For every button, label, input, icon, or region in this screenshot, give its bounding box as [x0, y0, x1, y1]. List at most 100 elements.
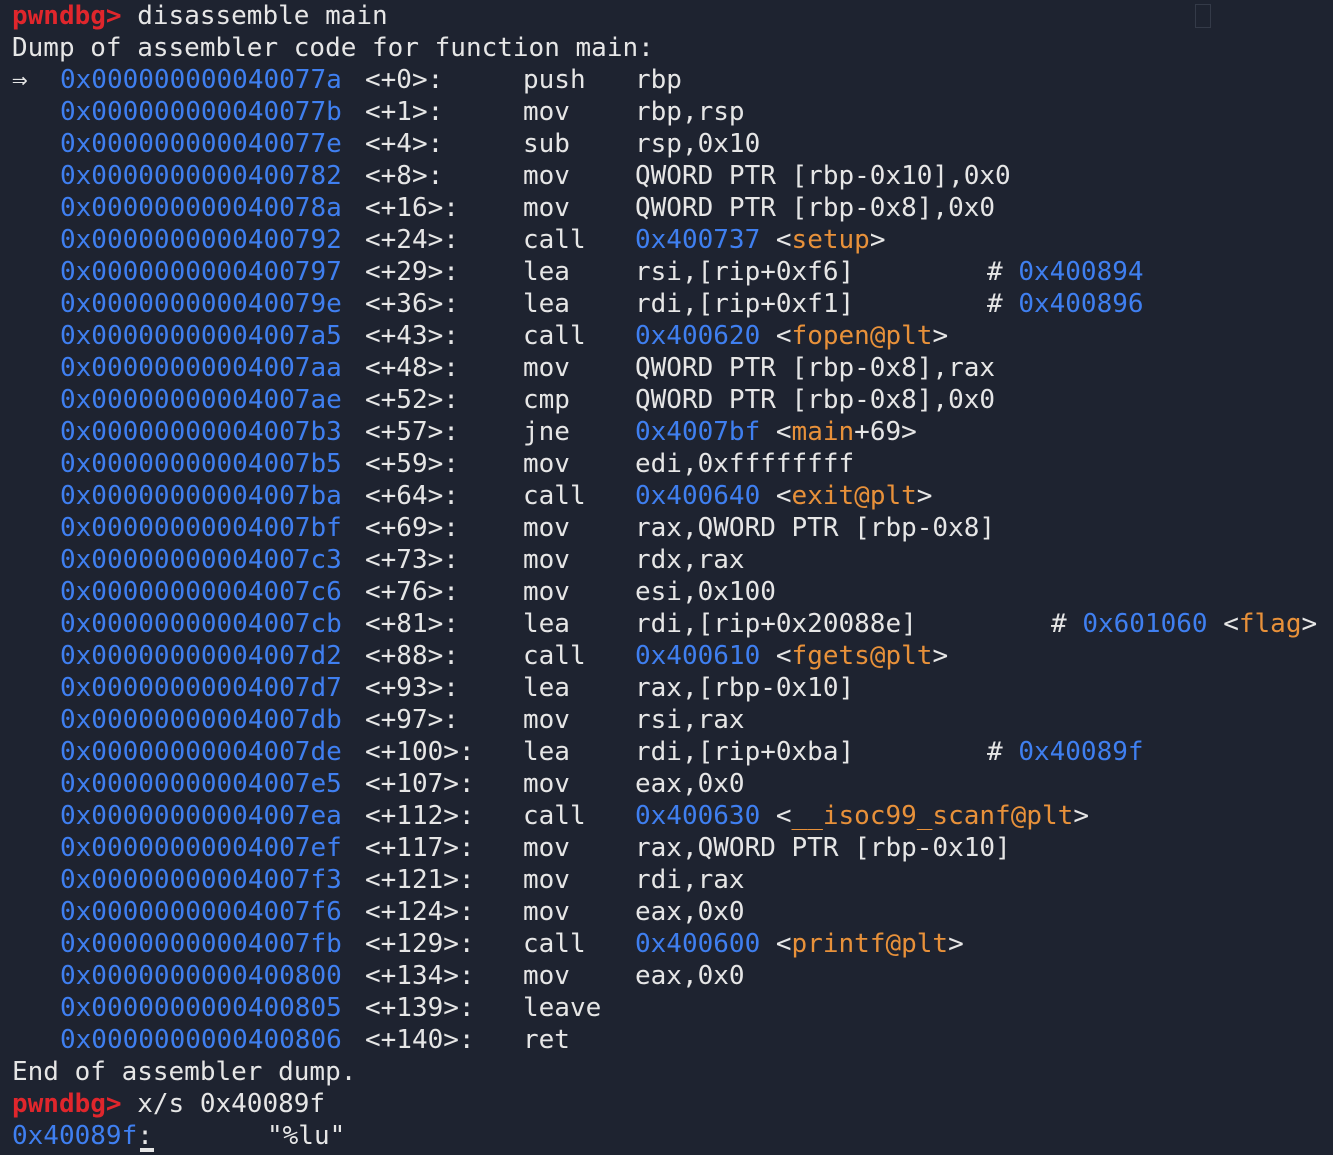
call-target: 0x400737 <setup>: [635, 224, 885, 256]
instruction-row: 0x00000000004007ba <+64>: call 0x400640 <ex…: [12, 480, 1333, 512]
instruction-address: 0x000000000040077e: [60, 129, 342, 159]
instruction-offset: <+64>:: [365, 481, 459, 511]
command-text: x/s 0x40089f: [137, 1089, 326, 1119]
instruction-row: 0x00000000004007fb <+129>: call 0x400600 <p…: [12, 928, 1333, 960]
instruction-mnemonic: mov: [523, 161, 570, 191]
instruction-offset: <+93>:: [365, 673, 459, 703]
instruction-operands: rbp,rsp: [635, 97, 745, 127]
instruction-address: 0x00000000004007a5: [60, 321, 342, 351]
instruction-row: 0x00000000004007c3 <+73>: mov rdx,rax: [12, 544, 1333, 576]
instruction-mnemonic: leave: [523, 993, 602, 1023]
call-target: 0x400610 <fgets@plt>: [635, 640, 948, 672]
target-bracket: <: [760, 417, 792, 447]
instruction-offset: <+134>:: [365, 961, 475, 991]
instruction-offset: <+124>:: [365, 897, 475, 927]
instruction-row: 0x00000000004007b5 <+59>: mov edi,0xfffffff…: [12, 448, 1333, 480]
result-string: "%lu": [267, 1121, 346, 1151]
instruction-offset: <+76>:: [365, 577, 459, 607]
target-bracket: <: [760, 321, 792, 351]
background-window-outline: [1195, 4, 1211, 28]
instruction-row: 0x0000000000400806 <+140>: ret: [12, 1024, 1333, 1056]
instruction-address: 0x00000000004007f3: [60, 865, 342, 895]
instruction-row: 0x000000000040079e <+36>: lea rdi,[rip+0xf1…: [12, 288, 1333, 320]
instruction-offset: <+129>:: [365, 929, 475, 959]
instruction-row: 0x00000000004007ea <+112>: call 0x400630 <_…: [12, 800, 1333, 832]
target-address: 0x400737: [635, 225, 761, 255]
instruction-address: 0x00000000004007b5: [60, 449, 342, 479]
target-symbol: __isoc99_scanf@plt: [791, 801, 1074, 831]
instruction-address: 0x00000000004007d2: [60, 641, 342, 671]
target-address: 0x400600: [635, 929, 761, 959]
instruction-operands: eax,0x0: [635, 769, 745, 799]
instruction-offset: <+73>:: [365, 545, 459, 575]
target-bracket: <: [760, 641, 792, 671]
instruction-mnemonic: mov: [523, 577, 570, 607]
instruction-operands: QWORD PTR [rbp-0x8],rax: [635, 353, 996, 383]
target-symbol: setup: [791, 225, 870, 255]
target-address: 0x400610: [635, 641, 761, 671]
target-symbol: fopen@plt: [791, 321, 933, 351]
target-address: 0x400620: [635, 321, 761, 351]
instruction-offset: <+112>:: [365, 801, 475, 831]
comment-symbol: flag: [1238, 609, 1302, 639]
instruction-row: 0x0000000000400782 <+8>: mov QWORD PTR [rbp…: [12, 160, 1333, 192]
call-target: 0x400600 <printf@plt>: [635, 928, 964, 960]
comment-hash: #: [1051, 609, 1083, 639]
instruction-offset: <+24>:: [365, 225, 459, 255]
instruction-mnemonic: call: [523, 929, 586, 959]
terminal-window[interactable]: pwndbg> disassemble main Dump of assembl…: [12, 0, 1333, 1155]
instruction-operands: eax,0x0: [635, 961, 745, 991]
target-bracket: <: [760, 481, 792, 511]
target-bracket: >: [916, 481, 933, 511]
instruction-offset: <+52>:: [365, 385, 459, 415]
instruction-address: 0x00000000004007e5: [60, 769, 342, 799]
instruction-operands: rdi,[rip+0xba]: [635, 737, 855, 767]
dump-header-text: Dump of assembler code for function main…: [12, 33, 654, 63]
instruction-row: 0x00000000004007ef <+117>: mov rax,QWORD PT…: [12, 832, 1333, 864]
target-bracket: <: [760, 225, 792, 255]
instruction-address: 0x0000000000400805: [60, 993, 342, 1023]
instruction-offset: <+140>:: [365, 1025, 475, 1055]
instruction-row: 0x00000000004007aa <+48>: mov QWORD PTR [rb…: [12, 352, 1333, 384]
target-address: 0x400630: [635, 801, 761, 831]
target-bracket: >: [932, 641, 949, 671]
instruction-offset: <+69>:: [365, 513, 459, 543]
target-bracket: >: [948, 929, 964, 959]
instruction-row: 0x0000000000400792 <+24>: call 0x400737 <se…: [12, 224, 1333, 256]
instruction-comment: # 0x40089f: [987, 736, 1144, 768]
comment-address: 0x400896: [1018, 289, 1144, 319]
result-colon: :: [137, 1121, 153, 1151]
instruction-row: 0x00000000004007a5 <+43>: call 0x400620 <fo…: [12, 320, 1333, 352]
instruction-mnemonic: mov: [523, 545, 570, 575]
instruction-offset: <+36>:: [365, 289, 459, 319]
comment-hash: #: [987, 289, 1019, 319]
instruction-comment: # 0x400896: [987, 288, 1144, 320]
instruction-mnemonic: mov: [523, 897, 570, 927]
instruction-comment: # 0x601060 <flag>: [1051, 608, 1317, 640]
instruction-address: 0x00000000004007ae: [60, 385, 342, 415]
instruction-offset: <+57>:: [365, 417, 459, 447]
instruction-address: 0x0000000000400782: [60, 161, 342, 191]
instruction-mnemonic: mov: [523, 705, 570, 735]
prompt-label: pwndbg>: [12, 1089, 122, 1119]
instruction-operands: rdi,[rip+0x20088e]: [635, 609, 917, 639]
call-target: 0x4007bf <main+69>: [635, 416, 917, 448]
instruction-row: 0x00000000004007d7 <+93>: lea rax,[rbp-0x10…: [12, 672, 1333, 704]
target-symbol-offset: +69: [854, 417, 902, 447]
target-bracket: <: [760, 801, 792, 831]
instruction-operands: rax,QWORD PTR [rbp-0x8]: [635, 513, 996, 543]
instruction-mnemonic: call: [523, 225, 586, 255]
dump-header: Dump of assembler code for function main…: [12, 32, 1333, 64]
instruction-row: 0x00000000004007f6 <+124>: mov eax,0x0: [12, 896, 1333, 928]
target-symbol: main: [791, 417, 855, 447]
instruction-address: 0x00000000004007db: [60, 705, 342, 735]
instruction-mnemonic: lea: [523, 289, 570, 319]
instruction-operands: QWORD PTR [rbp-0x10],0x0: [635, 161, 1011, 191]
target-address: 0x400640: [635, 481, 761, 511]
instruction-offset: <+29>:: [365, 257, 459, 287]
instruction-operands: edi,0xffffffff: [635, 449, 855, 479]
instruction-address: 0x00000000004007fb: [60, 929, 342, 959]
prompt-label: pwndbg>: [12, 1, 122, 31]
instruction-row: 0x00000000004007cb <+81>: lea rdi,[rip+0x20…: [12, 608, 1333, 640]
instruction-mnemonic: mov: [523, 961, 570, 991]
